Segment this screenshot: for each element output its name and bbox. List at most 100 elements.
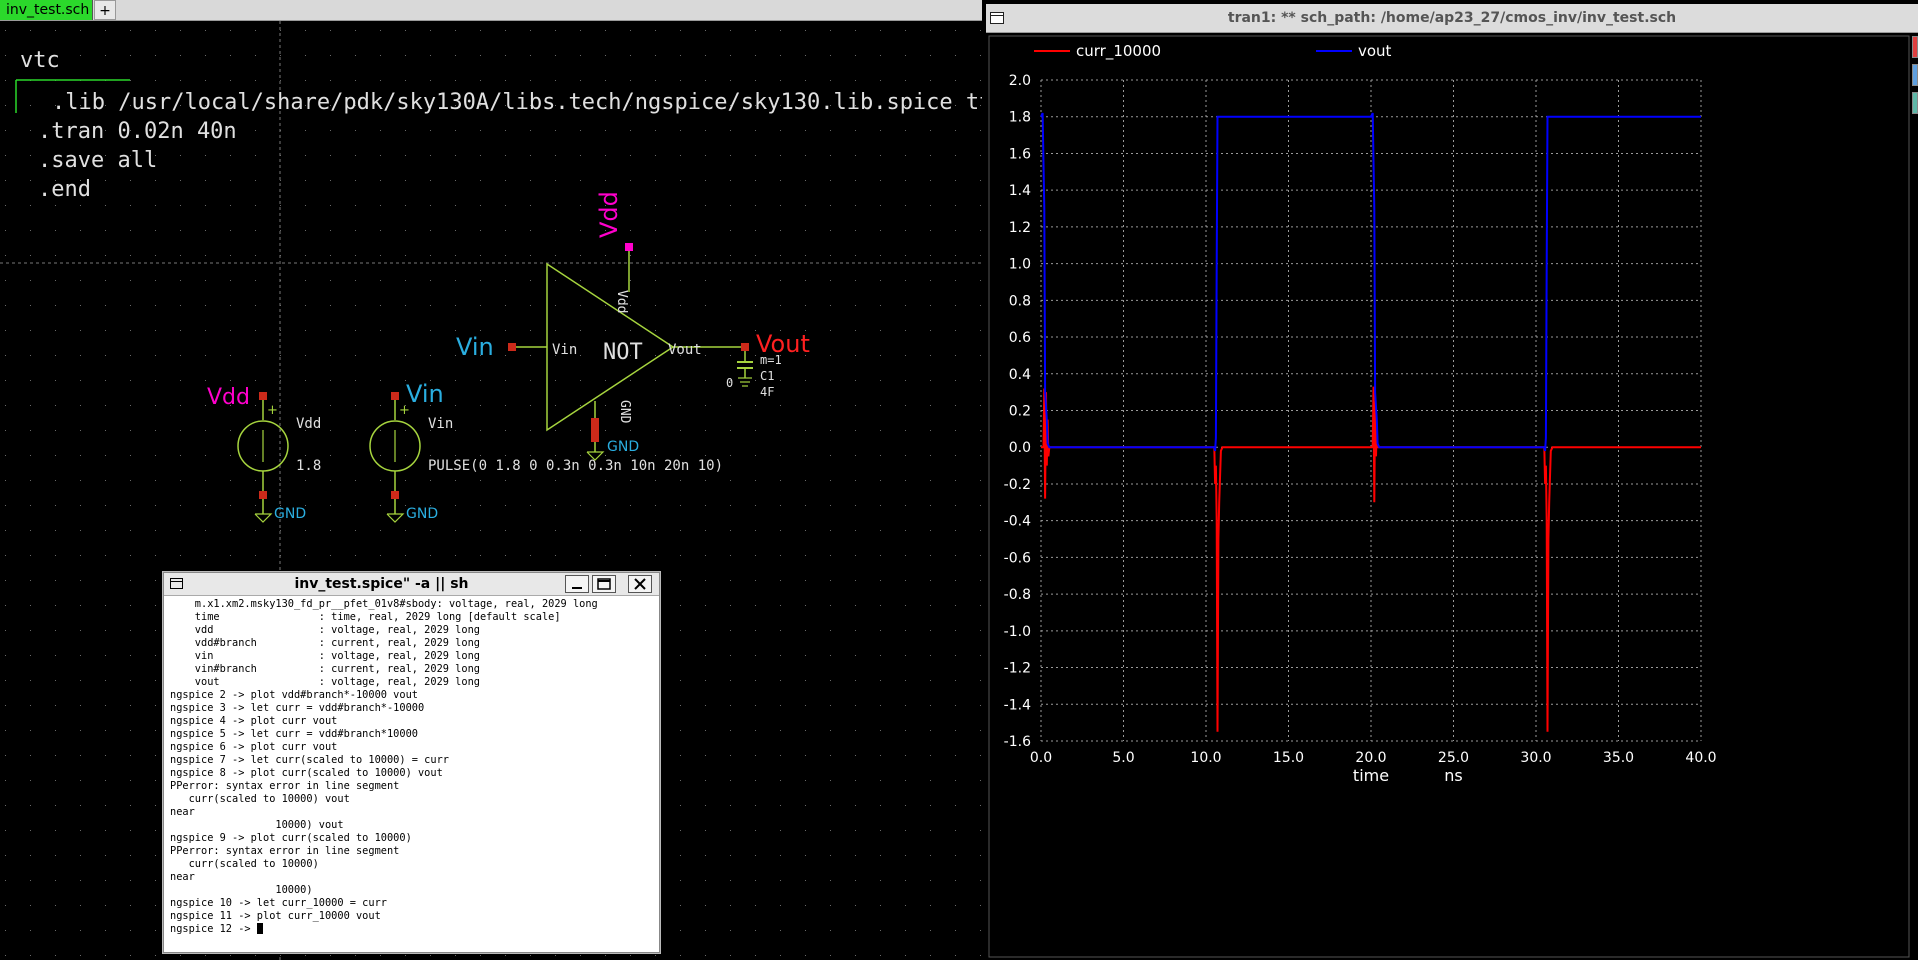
terminal-line: ngspice 11 -> plot curr_10000 vout [170, 910, 381, 922]
gnd-label-inverter: GND [607, 439, 639, 455]
terminal-line: near [170, 871, 195, 883]
y-tick-label: 1.8 [1009, 110, 1031, 126]
inverter-pin-gnd-label: GND [617, 400, 632, 424]
terminal-line: ngspice 2 -> plot vdd#branch*-10000 vout [170, 689, 418, 701]
terminal-line: vdd#branch : current, real, 2029 long [170, 637, 480, 649]
y-tick-label: -0.2 [1004, 477, 1031, 493]
x-axis-labels: 0.0 5.0 10.0 15.0 20.0 25.0 30.0 35.0 40.0 [1030, 750, 1717, 766]
x-axis-unit: ns [1444, 766, 1462, 785]
x-tick-label: 10.0 [1190, 750, 1221, 766]
y-tick-label: -1.6 [1004, 734, 1031, 750]
inverter-pin-vdd-label: Vdd [614, 290, 629, 313]
terminal-line: ngspice 9 -> plot curr(scaled to 10000) [170, 832, 412, 844]
side-button-1[interactable] [1912, 36, 1918, 58]
vin-source-value: PULSE(0 1.8 0 0.3n 0.3n 10n 20n 10) [428, 458, 723, 474]
inverter-vdd-pin[interactable] [625, 243, 633, 251]
terminal-line: vout : voltage, real, 2029 long [170, 676, 480, 688]
capacitor-node: 0 [726, 376, 733, 390]
inverter-output-pin[interactable] [741, 343, 749, 351]
terminal-line: PPerror: syntax error in line segment [170, 780, 400, 792]
close-button[interactable] [628, 575, 652, 593]
terminal-title: inv_test.spice" -a || sh [294, 576, 469, 592]
capacitor-value: 4F [760, 385, 774, 399]
add-tab-button[interactable]: + [94, 0, 116, 20]
x-tick-label: 0.0 [1030, 750, 1052, 766]
terminal-line: vin : voltage, real, 2029 long [170, 650, 480, 662]
vin-source-bottom-pin[interactable] [391, 491, 399, 499]
inverter-input-pin[interactable] [508, 343, 516, 351]
terminal-line: m.x1.xm2.msky130_fd_pr__pfet_01v8#sbody:… [170, 598, 598, 610]
ngspice-terminal-window[interactable]: inv_test.spice" -a || sh m.x1.xm2.msky13… [163, 572, 660, 953]
plot-window-title: tran1: ** sch_path: /home/ap23_27/cmos_i… [1227, 10, 1677, 26]
waveform-plot[interactable]: 2.0 1.8 1.6 1.4 1.2 1.0 0.8 0.6 0.4 0.2 0.0 -0.2 -0.… [986, 33, 1918, 960]
terminal-line: ngspice 6 -> plot curr vout [170, 741, 338, 753]
vdd-source-bottom-pin[interactable] [259, 491, 267, 499]
terminal-prompt-line[interactable]: ngspice 12 -> [170, 923, 655, 936]
inverter-pin-out-label: Vout [668, 342, 702, 358]
schematic-editor-window: inv_test.sch + vtc .lib /usr/local/share… [0, 0, 982, 960]
terminal-line: ngspice 4 -> plot curr vout [170, 715, 338, 727]
y-tick-label: -1.0 [1004, 624, 1031, 640]
close-icon [634, 578, 646, 590]
net-label-vin: Vin [456, 333, 494, 361]
terminal-line: ngspice 7 -> let curr(scaled to 10000) =… [170, 754, 449, 766]
y-tick-label: -0.4 [1004, 514, 1031, 530]
terminal-title-bar[interactable]: inv_test.spice" -a || sh [164, 573, 659, 596]
legend-label: vout [1358, 42, 1392, 60]
code-line: .end [38, 177, 91, 202]
waveform-viewer-window[interactable]: tran1: ** sch_path: /home/ap23_27/cmos_i… [986, 4, 1918, 960]
inverter-pin-in-label: Vin [552, 342, 577, 358]
terminal-line: curr(scaled to 10000) [170, 858, 319, 870]
terminal-line: ngspice 5 -> let curr = vdd#branch*10000 [170, 728, 418, 740]
side-button-2[interactable] [1912, 64, 1918, 86]
y-tick-label: -1.2 [1004, 661, 1031, 677]
x-tick-label: 40.0 [1685, 750, 1716, 766]
y-tick-label: 0.2 [1009, 404, 1031, 420]
net-label-vdd-inverter: Vdd [595, 191, 623, 238]
terminal-line: 10000) vout [170, 819, 344, 831]
gnd-label-vdd-source: GND [274, 506, 306, 522]
terminal-line: 10000) [170, 884, 313, 896]
y-tick-label: 0.0 [1009, 440, 1031, 456]
y-tick-label: 0.8 [1009, 293, 1031, 309]
x-tick-label: 30.0 [1520, 750, 1551, 766]
y-tick-label: 1.6 [1009, 146, 1031, 162]
terminal-line: near [170, 806, 195, 818]
gnd-label-vin-source: GND [406, 506, 438, 522]
terminal-line: vdd : voltage, real, 2029 long [170, 624, 480, 636]
code-block-title: vtc [20, 48, 60, 73]
terminal-line: ngspice 3 -> let curr = vdd#branch*-1000… [170, 702, 425, 714]
y-tick-label: 0.6 [1009, 330, 1031, 346]
capacitor-name: C1 [760, 369, 774, 383]
y-tick-label: -0.8 [1004, 587, 1031, 603]
y-tick-label: 2.0 [1009, 73, 1031, 89]
code-line: .lib /usr/local/share/pdk/sky130A/libs.t… [52, 90, 982, 115]
x-tick-label: 20.0 [1355, 750, 1386, 766]
plot-frame [988, 35, 1910, 958]
maximize-button[interactable] [592, 575, 616, 593]
vin-source-top-pin[interactable] [391, 392, 399, 400]
vdd-source-top-pin[interactable] [259, 392, 267, 400]
y-tick-label: 1.4 [1009, 183, 1031, 199]
x-tick-label: 15.0 [1273, 750, 1304, 766]
terminal-line: time : time, real, 2029 long [default sc… [170, 611, 561, 623]
plot-window-title-bar[interactable]: tran1: ** sch_path: /home/ap23_27/cmos_i… [986, 4, 1918, 33]
side-button-3[interactable] [1912, 92, 1918, 114]
window-menu-icon[interactable] [170, 578, 183, 589]
terminal-output[interactable]: m.x1.xm2.msky130_fd_pr__pfet_01v8#sbody:… [170, 598, 655, 950]
vdd-source-name: Vdd [296, 416, 321, 432]
terminal-line: vin#branch : current, real, 2029 long [170, 663, 480, 675]
capacitor-m: m=1 [760, 353, 782, 367]
terminal-line: ngspice 8 -> plot curr(scaled to 10000) … [170, 767, 443, 779]
tab-inv-test-sch[interactable]: inv_test.sch [0, 0, 93, 20]
x-tick-label: 35.0 [1603, 750, 1634, 766]
x-tick-label: 5.0 [1112, 750, 1134, 766]
inverter-name: NOT [603, 340, 643, 365]
net-label-vin-source: Vin [406, 380, 444, 408]
x-axis-label: time [1353, 766, 1389, 785]
y-tick-label: 1.2 [1009, 220, 1031, 236]
legend-label: curr_10000 [1076, 42, 1161, 61]
net-label-vdd-source: Vdd [207, 385, 250, 410]
svg-text:+: + [267, 403, 278, 418]
minimize-button[interactable] [565, 575, 589, 593]
